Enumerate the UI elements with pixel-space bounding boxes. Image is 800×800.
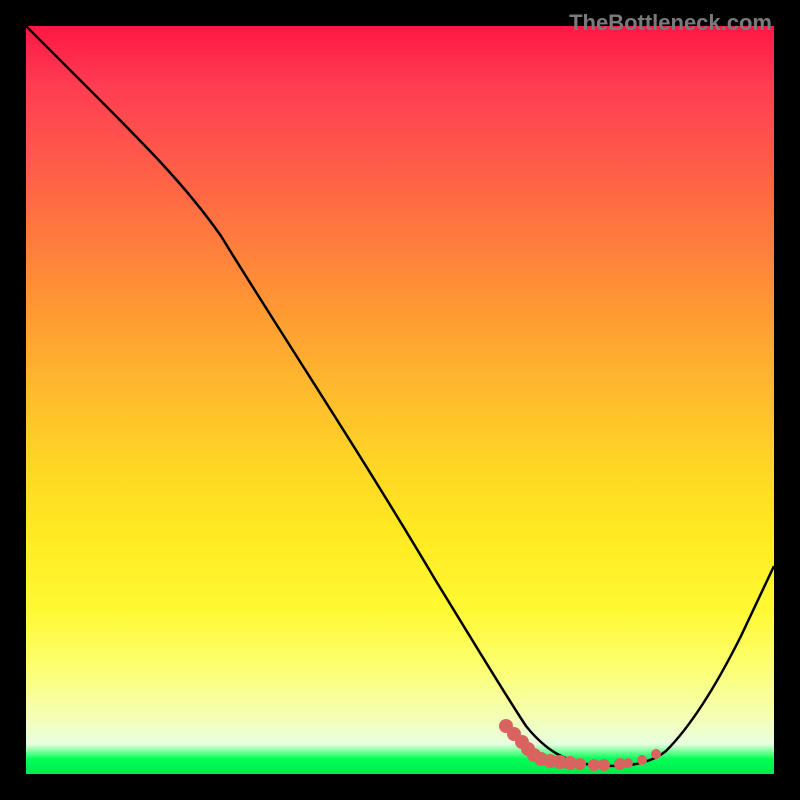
trough-markers	[499, 719, 661, 771]
chart-area	[26, 26, 774, 774]
curve-path	[26, 26, 774, 766]
watermark-text: TheBottleneck.com	[569, 10, 772, 36]
line-chart-svg	[26, 26, 774, 774]
